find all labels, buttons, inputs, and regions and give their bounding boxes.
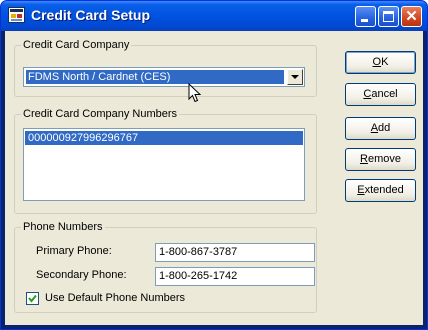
phone-group: Phone Numbers Primary Phone: 1-800-867-3… xyxy=(14,221,317,313)
secondary-phone-field[interactable]: 1-800-265-1742 xyxy=(155,267,315,286)
close-button[interactable]: ✕ xyxy=(401,6,422,27)
primary-phone-field[interactable]: 1-800-867-3787 xyxy=(155,243,315,262)
phone-group-label: Phone Numbers xyxy=(21,221,105,233)
title-bar[interactable]: Credit Card Setup ✕ xyxy=(1,1,427,31)
numbers-group: Credit Card Company Numbers 000000927996… xyxy=(14,108,317,214)
list-item[interactable]: 000000927996296767 xyxy=(25,131,303,145)
ok-label-rest: K xyxy=(381,56,389,68)
dropdown-arrow-icon xyxy=(291,75,299,79)
close-icon: ✕ xyxy=(405,8,418,25)
add-mnemonic: A xyxy=(370,122,379,134)
dropdown-arrow-button[interactable] xyxy=(287,69,303,85)
remove-mnemonic: R xyxy=(360,153,368,165)
mouse-cursor-icon xyxy=(188,83,202,103)
company-group: Credit Card Company FDMS North / Cardnet… xyxy=(14,39,317,97)
cancel-label-rest: ancel xyxy=(371,88,398,100)
extended-label-rest: xtended xyxy=(364,184,404,196)
maximize-button[interactable] xyxy=(378,6,399,27)
remove-label-rest: emove xyxy=(367,153,401,165)
company-dropdown[interactable]: FDMS North / Cardnet (CES) xyxy=(23,67,305,87)
window-title: Credit Card Setup xyxy=(31,7,151,23)
company-dropdown-value: FDMS North / Cardnet (CES) xyxy=(26,70,284,84)
remove-button[interactable]: Remove xyxy=(345,148,416,171)
cancel-button[interactable]: Cancel xyxy=(345,83,416,106)
company-group-label: Credit Card Company xyxy=(21,39,132,51)
add-label-rest: dd xyxy=(378,122,391,134)
default-phone-checkbox-label[interactable]: Use Default Phone Numbers xyxy=(45,292,185,304)
extended-button[interactable]: Extended xyxy=(345,179,416,202)
app-icon xyxy=(8,7,25,23)
company-numbers-list[interactable]: 000000927996296767 xyxy=(23,128,305,201)
default-phone-checkbox[interactable] xyxy=(26,292,39,305)
dialog-client-area: Credit Card Company FDMS North / Cardnet… xyxy=(5,31,423,325)
credit-card-setup-window: Credit Card Setup ✕ Credit Card Company … xyxy=(0,0,428,330)
secondary-phone-label: Secondary Phone: xyxy=(36,269,127,281)
ok-mnemonic: O xyxy=(372,56,382,68)
numbers-group-label: Credit Card Company Numbers xyxy=(21,108,180,120)
add-button[interactable]: Add xyxy=(345,117,416,140)
minimize-icon xyxy=(361,19,368,22)
extended-mnemonic: E xyxy=(357,184,365,196)
checkmark-icon xyxy=(28,294,37,303)
ok-button[interactable]: OK xyxy=(345,51,416,74)
minimize-button[interactable] xyxy=(355,6,376,27)
primary-phone-label: Primary Phone: xyxy=(36,245,112,257)
maximize-icon xyxy=(383,11,394,22)
